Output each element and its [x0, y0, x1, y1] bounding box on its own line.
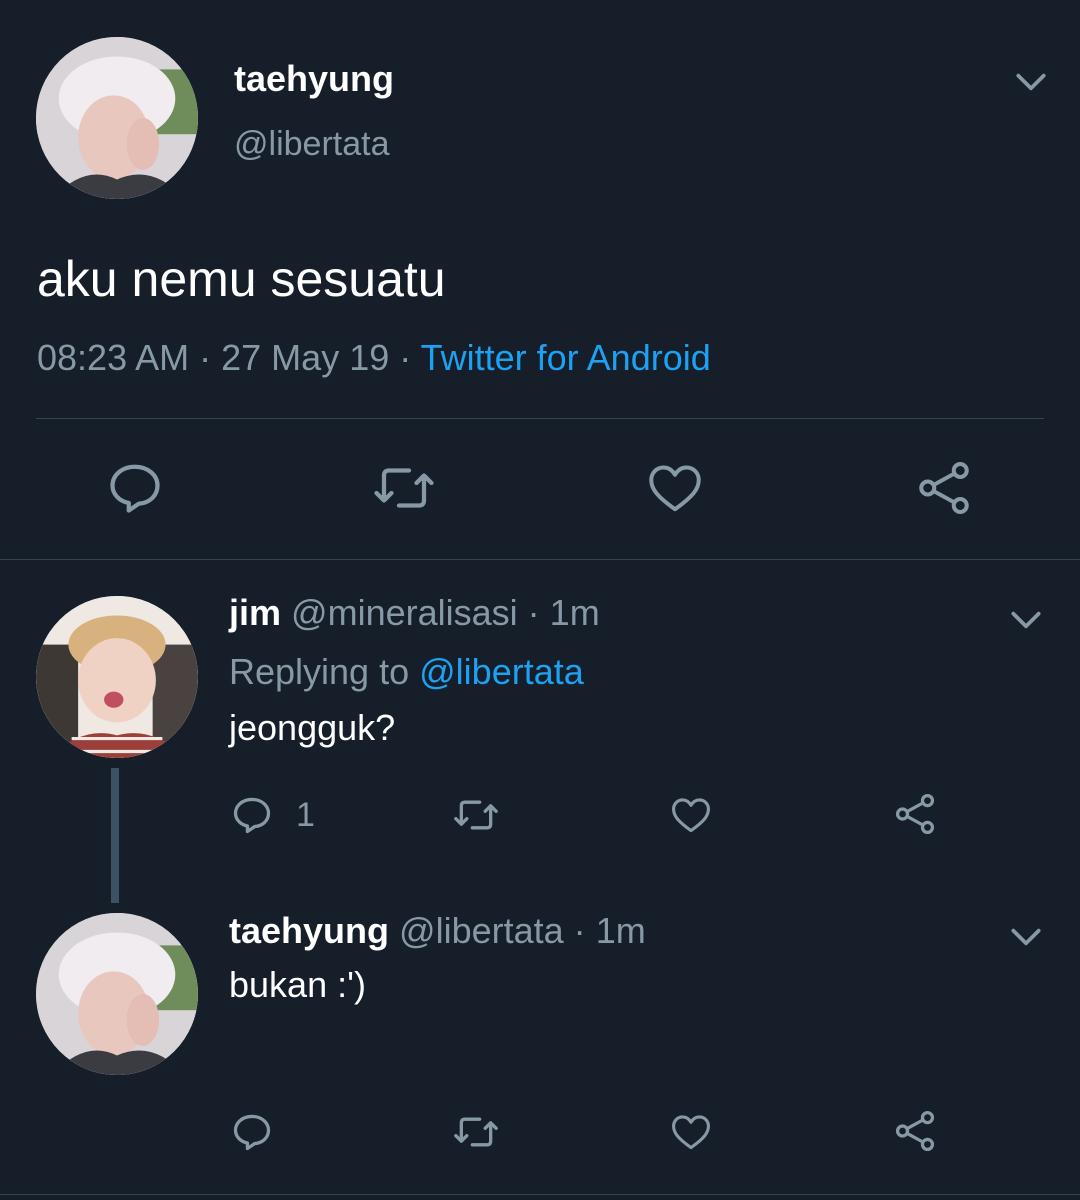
avatar-jim[interactable]: [36, 596, 198, 758]
main-display-name[interactable]: taehyung: [234, 58, 394, 100]
main-tweet-text: aku nemu sesuatu: [37, 251, 446, 307]
main-divider: [36, 418, 1044, 419]
reply2-header: taehyung @libertata · 1m: [229, 910, 646, 952]
main-handle[interactable]: @libertata: [234, 125, 389, 164]
bottom-divider: [0, 1194, 1080, 1195]
thread-line: [111, 768, 119, 903]
reply1-age: 1m: [549, 592, 600, 633]
retweet-icon[interactable]: [371, 458, 437, 518]
retweet-icon[interactable]: [452, 793, 500, 837]
chevron-down-icon[interactable]: [1007, 601, 1045, 639]
main-tweet-meta: 08:23 AM · 27 May 19 · Twitter for Andro…: [37, 337, 711, 379]
reply-icon[interactable]: [230, 793, 274, 837]
reply1-display-name[interactable]: jim: [229, 592, 281, 633]
reply2-text: bukan :'): [229, 964, 366, 1005]
reply2-age: 1m: [595, 910, 646, 951]
avatar-taehyung[interactable]: [36, 913, 198, 1075]
meta-separator: ·: [399, 337, 412, 378]
share-icon[interactable]: [892, 791, 938, 837]
reply1-replying-to: Replying to @libertata: [229, 651, 584, 693]
reply1-text: jeongguk?: [229, 707, 396, 748]
meta-separator: ·: [527, 592, 540, 633]
meta-separator: ·: [573, 910, 586, 951]
reply-count: 1: [296, 795, 315, 834]
tweet-time: 08:23 AM: [37, 337, 190, 378]
tweet-date: 27 May 19: [221, 337, 390, 378]
reply1-reply-action[interactable]: 1: [230, 793, 315, 837]
share-icon[interactable]: [914, 458, 974, 518]
section-divider: [0, 559, 1080, 560]
share-icon[interactable]: [892, 1108, 938, 1154]
avatar-taehyung[interactable]: [36, 37, 198, 199]
reply-icon[interactable]: [230, 1110, 274, 1154]
meta-separator: ·: [199, 337, 212, 378]
reply2-handle[interactable]: @libertata: [399, 910, 564, 951]
retweet-icon[interactable]: [452, 1110, 500, 1154]
tweet-source-link[interactable]: Twitter for Android: [421, 337, 711, 378]
reply2-display-name[interactable]: taehyung: [229, 910, 389, 951]
like-icon[interactable]: [669, 1110, 713, 1154]
reply1-header: jim @mineralisasi · 1m: [229, 592, 600, 634]
chevron-down-icon[interactable]: [1012, 63, 1050, 101]
replying-to-label: Replying to: [229, 651, 410, 692]
like-icon[interactable]: [645, 458, 705, 518]
replying-to-handle[interactable]: @libertata: [419, 651, 584, 692]
reply1-handle[interactable]: @mineralisasi: [291, 592, 518, 633]
like-icon[interactable]: [669, 793, 713, 837]
reply-icon[interactable]: [105, 458, 165, 518]
chevron-down-icon[interactable]: [1007, 918, 1045, 956]
